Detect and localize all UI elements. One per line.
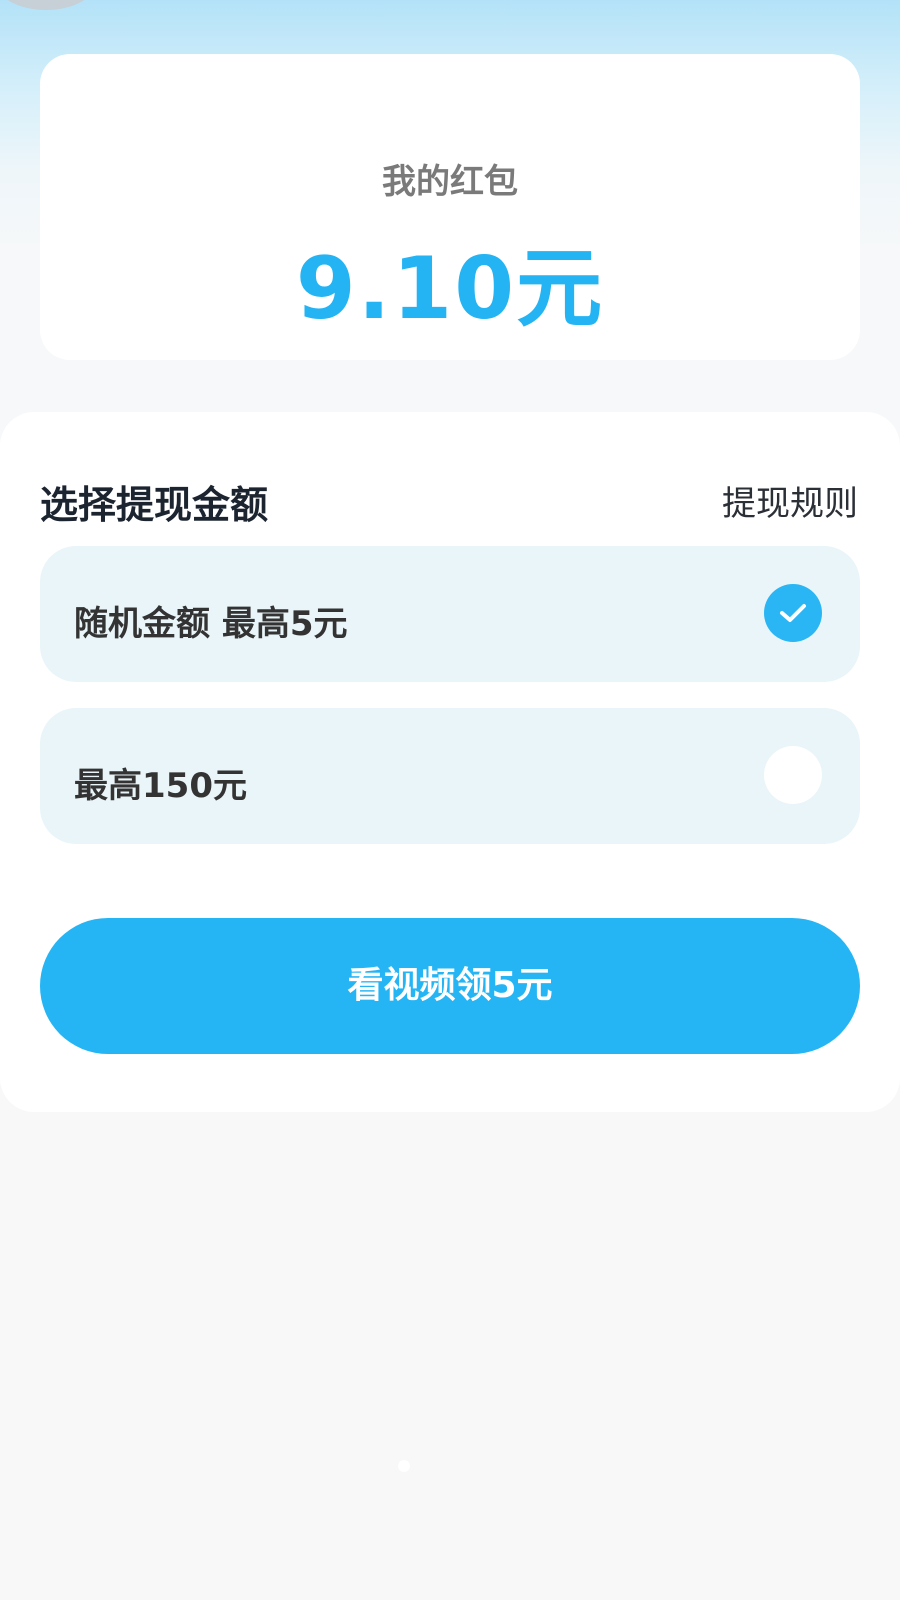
option-label: 最高150元 [74, 766, 247, 806]
balance-amount: 9.10元 [295, 239, 605, 339]
checkmark-icon [780, 604, 806, 622]
withdraw-option-random[interactable]: 随机金额 最高5元 [40, 546, 860, 682]
radio-unselected-icon[interactable] [764, 746, 822, 804]
withdraw-rules-link[interactable]: 提现规则 [722, 476, 858, 525]
option-label: 随机金额 最高5元 [74, 604, 348, 644]
withdraw-option-max150[interactable]: 最高150元 [40, 708, 860, 844]
watch-video-button[interactable]: 看视频领5元 [40, 918, 860, 1054]
page-indicator-dot [398, 1460, 410, 1472]
radio-selected-icon[interactable] [764, 584, 822, 642]
balance-label: 我的红包 [382, 162, 518, 202]
balance-card: 我的红包 9.10元 [40, 54, 860, 360]
back-button[interactable] [0, 0, 96, 10]
section-title: 选择提现金额 [40, 483, 269, 527]
withdraw-panel: 选择提现金额 提现规则 随机金额 最高5元 最高150元 看视频领5元 [0, 412, 900, 1112]
